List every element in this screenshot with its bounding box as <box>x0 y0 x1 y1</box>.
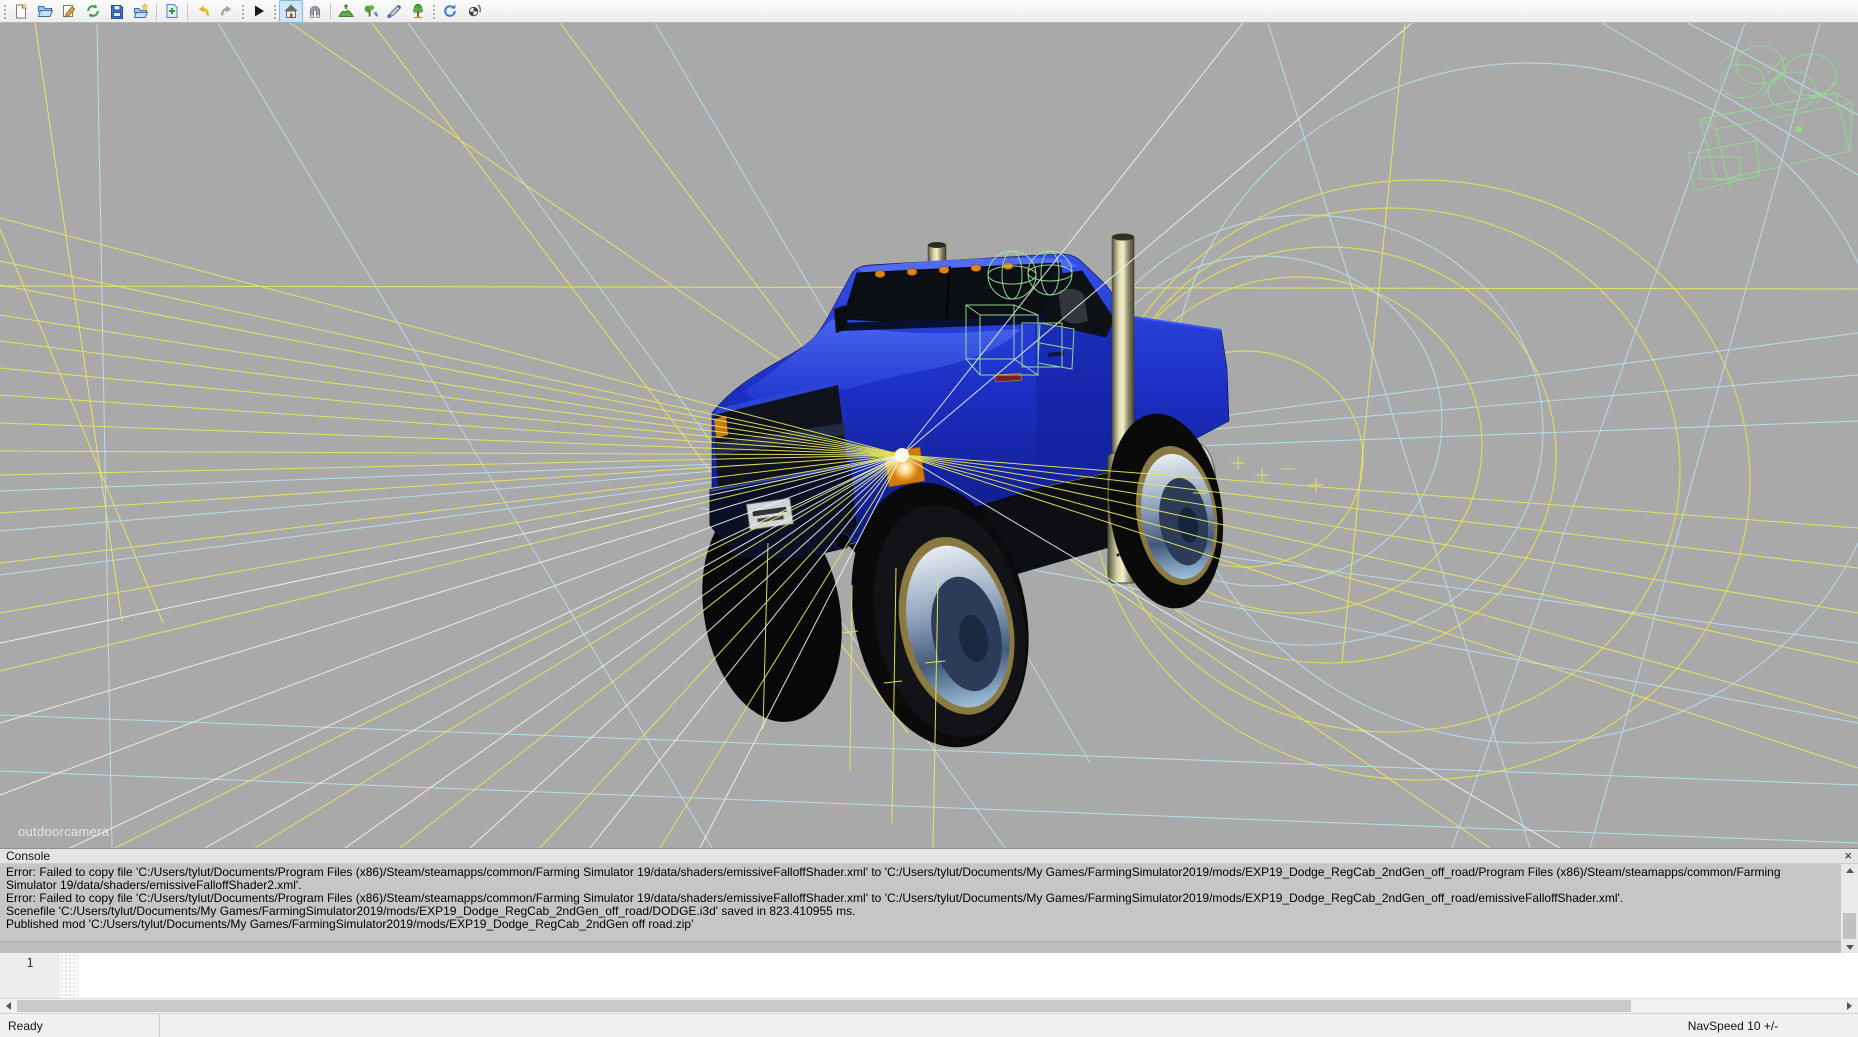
chevron-right-icon <box>1847 1002 1852 1010</box>
reload-textures-button[interactable] <box>462 0 486 23</box>
console-header: Console × <box>0 849 1858 864</box>
giants-editor-window: outdoorcamera Console × Error: Failed to… <box>0 0 1858 1037</box>
toolbar-grip[interactable] <box>2 3 8 20</box>
redo-icon <box>219 3 235 19</box>
status-message: Ready <box>0 1014 160 1037</box>
home-icon <box>283 3 299 19</box>
play-button[interactable] <box>247 0 271 23</box>
truck-model <box>686 234 1236 764</box>
nav-speed-indicator: NavSpeed 10 +/- <box>1608 1019 1858 1033</box>
export-mod-button[interactable] <box>129 0 153 23</box>
scroll-left-button[interactable] <box>0 999 17 1013</box>
toolbar-separator <box>187 3 188 20</box>
editor-horizontal-scrollbar[interactable] <box>0 998 1858 1013</box>
toolbar-grip[interactable] <box>272 3 278 20</box>
chevron-down-icon <box>1846 945 1854 950</box>
console-message: Published mod 'C:/Users/tylut/Documents/… <box>6 918 1831 931</box>
save-button[interactable] <box>105 0 129 23</box>
tree-place-button[interactable] <box>406 0 430 23</box>
console-title: Console <box>6 849 50 863</box>
console-output[interactable]: Error: Failed to copy file 'C:/Users/tyl… <box>0 864 1841 941</box>
toolbar <box>0 0 1858 23</box>
console-horizontal-scrollbar[interactable] <box>0 941 1841 953</box>
scroll-down-button[interactable] <box>1841 941 1858 953</box>
import-add-button[interactable] <box>160 0 184 23</box>
foliage-paint-icon <box>362 3 378 19</box>
toolbar-grip[interactable] <box>431 3 437 20</box>
tree-icon <box>410 3 426 19</box>
magnet-icon <box>307 3 323 19</box>
scroll-right-button[interactable] <box>1841 999 1858 1013</box>
reload-textures-icon <box>466 3 482 19</box>
fold-margin <box>60 953 78 998</box>
line-number: 1 <box>26 956 33 970</box>
script-editor: 1 <box>0 953 1858 998</box>
save-floppy-icon <box>109 3 125 19</box>
toolbar-grip[interactable] <box>240 3 246 20</box>
toolbar-separator <box>156 3 157 20</box>
console-close-button[interactable]: × <box>1844 849 1852 863</box>
scroll-up-button[interactable] <box>1841 864 1858 876</box>
new-file-icon <box>13 3 29 19</box>
viewport-scene <box>0 23 1858 848</box>
viewport-3d[interactable]: outdoorcamera <box>0 23 1858 848</box>
sync-icon <box>85 3 101 19</box>
sync-button[interactable] <box>81 0 105 23</box>
reload-button[interactable] <box>438 0 462 23</box>
undo-button[interactable] <box>191 0 215 23</box>
brush-icon <box>386 3 402 19</box>
terrain-brush-button[interactable] <box>382 0 406 23</box>
toolbar-separator <box>330 3 331 20</box>
mirror <box>834 305 848 333</box>
script-input-area[interactable] <box>78 953 1858 998</box>
console-message: Error: Failed to copy file 'C:/Users/tyl… <box>6 866 1831 892</box>
foliage-paint-button[interactable] <box>358 0 382 23</box>
open-folder-icon <box>37 3 53 19</box>
redo-button[interactable] <box>215 0 239 23</box>
terrain-raise-icon <box>338 3 354 19</box>
edit-file-button[interactable] <box>57 0 81 23</box>
scroll-thumb[interactable] <box>17 1000 1631 1012</box>
terrain-raise-button[interactable] <box>334 0 358 23</box>
chevron-left-icon <box>6 1002 11 1010</box>
chevron-up-icon <box>1846 868 1854 873</box>
line-number-gutter: 1 <box>0 953 60 998</box>
play-icon <box>251 3 267 19</box>
home-reset-camera-button[interactable] <box>279 0 303 23</box>
open-file-button[interactable] <box>33 0 57 23</box>
edit-page-icon <box>61 3 77 19</box>
camera-name-label: outdoorcamera <box>18 824 109 839</box>
import-page-plus-icon <box>164 3 180 19</box>
magnet-snap-button[interactable] <box>303 0 327 23</box>
new-file-button[interactable] <box>9 0 33 23</box>
console-panel: Console × Error: Failed to copy file 'C:… <box>0 848 1858 953</box>
export-folder-star-icon <box>133 3 149 19</box>
scroll-thumb[interactable] <box>1843 913 1856 939</box>
console-vertical-scrollbar[interactable] <box>1841 864 1858 953</box>
undo-icon <box>195 3 211 19</box>
status-bar: Ready NavSpeed 10 +/- <box>0 1013 1858 1037</box>
reload-icon <box>442 3 458 19</box>
